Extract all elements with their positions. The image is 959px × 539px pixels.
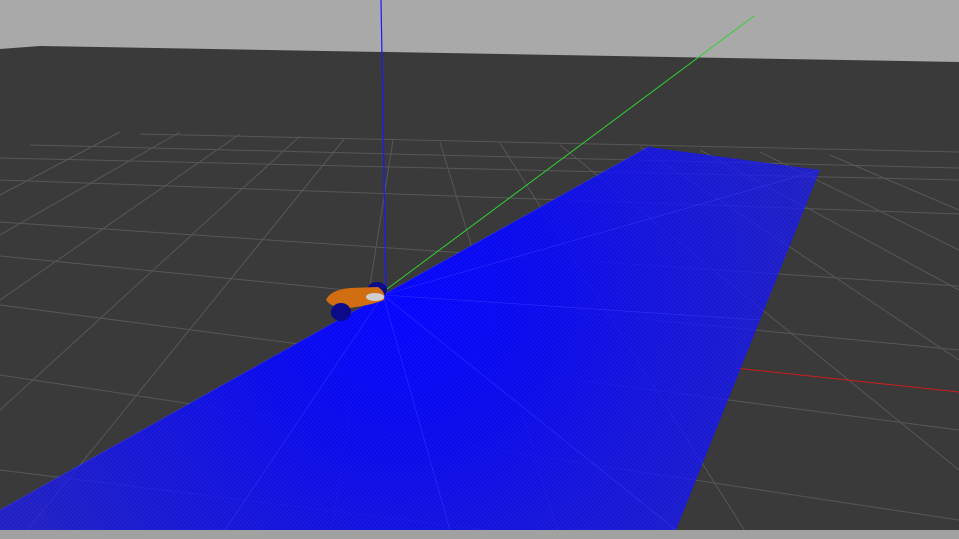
viewport-bottom-border — [0, 530, 959, 539]
lidar-sensor — [366, 293, 384, 301]
robot-wheel-front — [331, 303, 351, 321]
simulation-viewport[interactable] — [0, 0, 959, 539]
scene-canvas[interactable] — [0, 0, 959, 539]
